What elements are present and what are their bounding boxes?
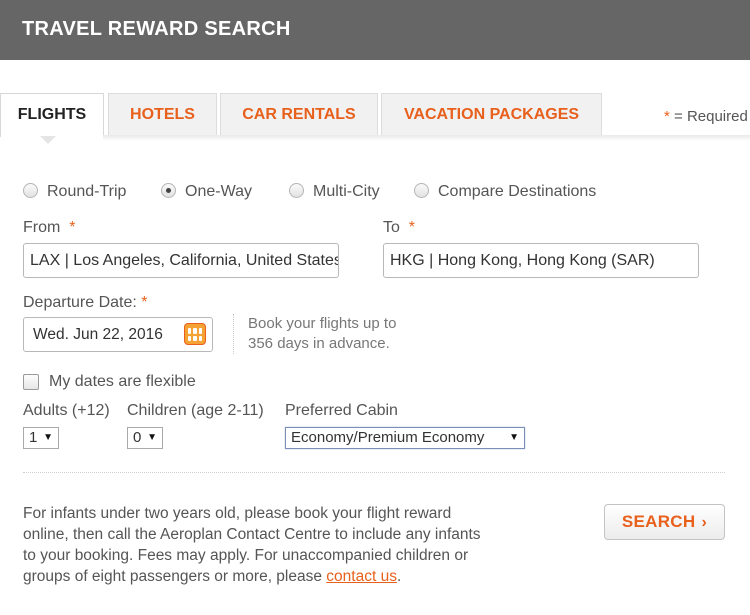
cabin-label: Preferred Cabin bbox=[285, 402, 398, 419]
children-select[interactable]: 0 ▼ bbox=[127, 427, 163, 449]
radio-round-trip[interactable]: Round-Trip bbox=[23, 183, 126, 201]
flexible-dates-label: My dates are flexible bbox=[49, 373, 196, 390]
tab-car-rentals[interactable]: CAR RENTALS bbox=[220, 93, 378, 135]
tab-hotels[interactable]: HOTELS bbox=[108, 93, 217, 135]
cabin-select[interactable]: Economy/Premium Economy ▼ bbox=[285, 427, 525, 449]
page-header: TRAVEL REWARD SEARCH bbox=[0, 0, 750, 60]
infant-info-text: For infants under two years old, please … bbox=[23, 505, 481, 585]
children-label: Children (age 2-11) bbox=[127, 402, 264, 419]
calendar-icon[interactable] bbox=[184, 323, 206, 345]
tab-vacation-packages[interactable]: VACATION PACKAGES bbox=[381, 93, 602, 135]
chevron-right-icon: › bbox=[701, 514, 708, 531]
page-title: TRAVEL REWARD SEARCH bbox=[22, 18, 291, 40]
departure-label: Departure Date: * bbox=[23, 294, 148, 311]
dropdown-arrow-icon: ▼ bbox=[43, 432, 53, 443]
tab-bar: FLIGHTS HOTELS CAR RENTALS VACATION PACK… bbox=[0, 93, 750, 137]
from-label: From * bbox=[23, 219, 76, 236]
departure-date-value: Wed. Jun 22, 2016 bbox=[33, 326, 163, 343]
radio-button[interactable] bbox=[23, 183, 38, 198]
advance-booking-note: Book your flights up to 356 days in adva… bbox=[233, 314, 396, 354]
tab-flights[interactable]: FLIGHTS bbox=[0, 93, 104, 137]
radio-multi-city[interactable]: Multi-City bbox=[289, 183, 380, 201]
active-tab-pointer bbox=[40, 136, 56, 144]
radio-one-way[interactable]: One-Way bbox=[161, 183, 252, 201]
search-button[interactable]: SEARCH › bbox=[604, 504, 725, 540]
radio-button[interactable] bbox=[161, 183, 176, 198]
divider bbox=[23, 472, 725, 473]
adults-select[interactable]: 1 ▼ bbox=[23, 427, 59, 449]
required-note: * = Required bbox=[664, 108, 748, 125]
to-label: To * bbox=[383, 219, 416, 236]
from-input[interactable]: LAX | Los Angeles, California, United St… bbox=[23, 243, 339, 278]
dropdown-arrow-icon: ▼ bbox=[147, 432, 157, 443]
contact-us-link[interactable]: contact us bbox=[326, 568, 397, 585]
dropdown-arrow-icon: ▼ bbox=[509, 432, 519, 443]
radio-button[interactable] bbox=[414, 183, 429, 198]
to-input[interactable]: HKG | Hong Kong, Hong Kong (SAR) bbox=[383, 243, 699, 278]
flexible-dates-checkbox[interactable] bbox=[23, 374, 39, 390]
departure-date-input[interactable]: Wed. Jun 22, 2016 bbox=[23, 317, 213, 352]
radio-button[interactable] bbox=[289, 183, 304, 198]
adults-label: Adults (+12) bbox=[23, 402, 110, 419]
tab-shadow bbox=[103, 135, 750, 141]
radio-compare-destinations[interactable]: Compare Destinations bbox=[414, 183, 596, 201]
